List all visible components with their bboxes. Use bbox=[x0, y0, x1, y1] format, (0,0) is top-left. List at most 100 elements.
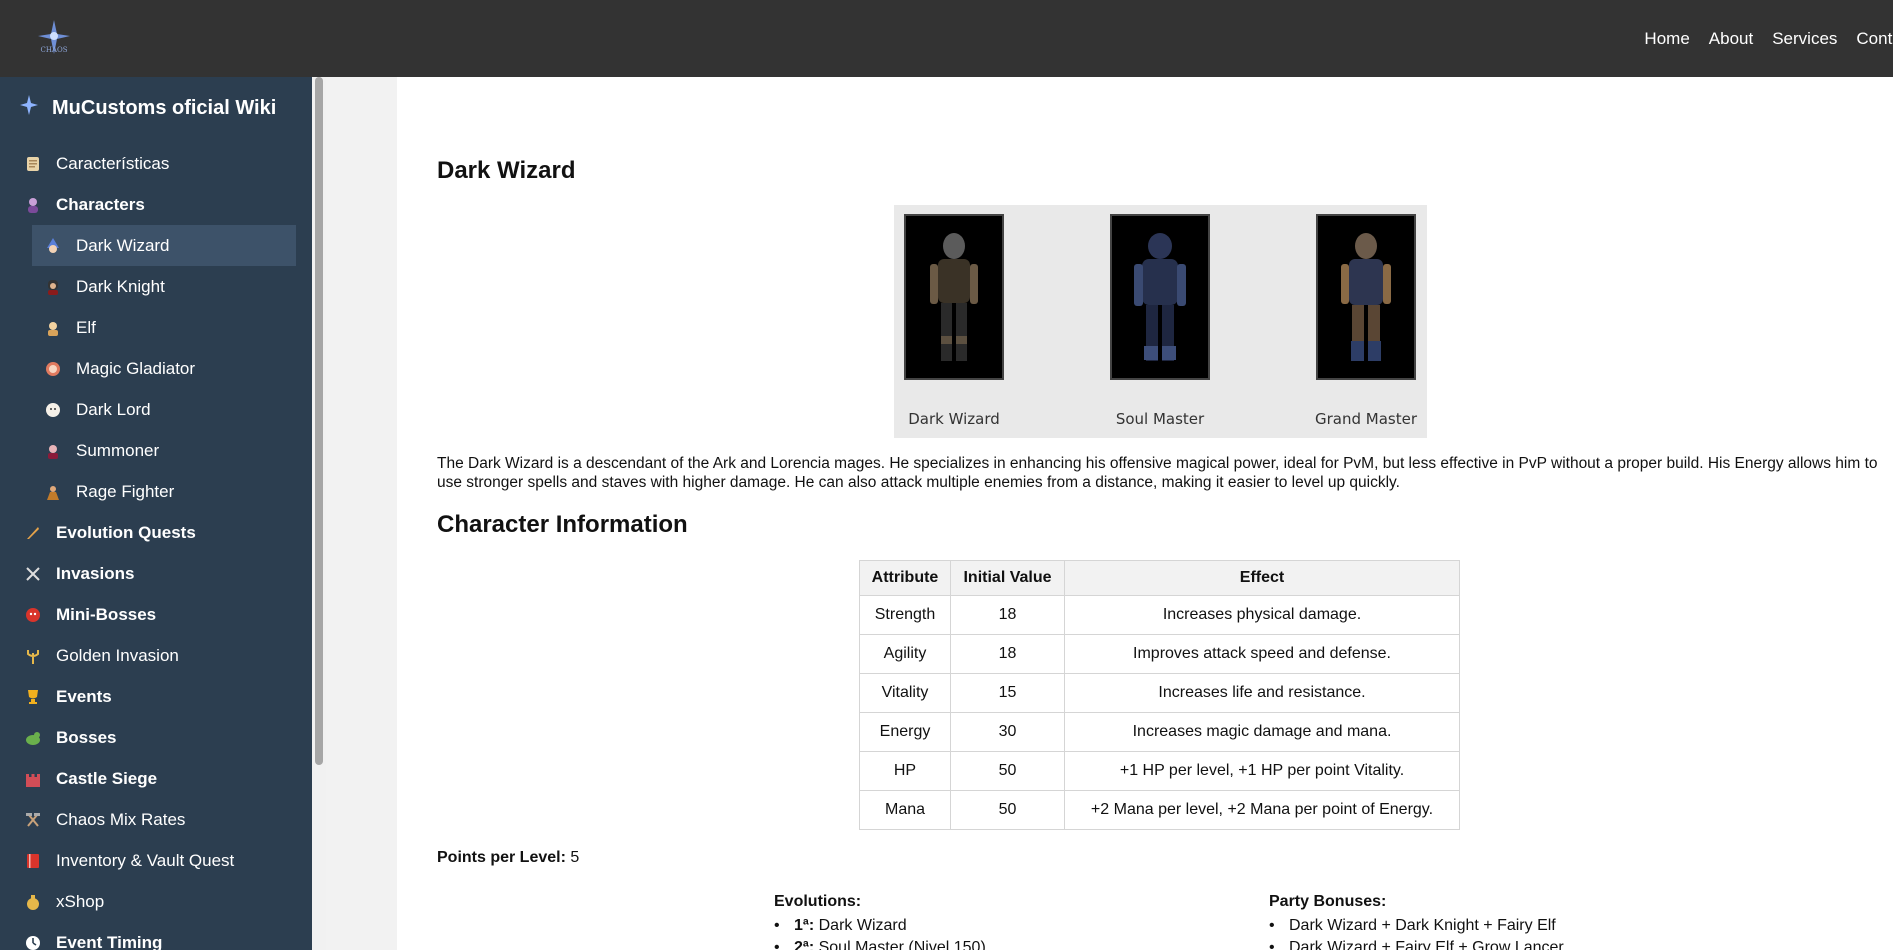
table-row: Energy 30 Increases magic damage and mana. bbox=[859, 712, 1460, 752]
nav-link-services[interactable]: Services bbox=[1772, 29, 1837, 49]
table-cell: Increases life and resistance. bbox=[1064, 673, 1460, 713]
character-icon bbox=[22, 194, 44, 216]
sidebar: MuCustoms oficial Wiki Características Ch… bbox=[0, 77, 312, 950]
sidebar-item-label: Evolution Quests bbox=[56, 522, 196, 542]
sidebar-item-label: Chaos Mix Rates bbox=[56, 809, 186, 829]
hammer-pick-icon bbox=[22, 809, 44, 831]
table-cell: Mana bbox=[859, 790, 951, 830]
party-bonuses-list: Dark Wizard + Dark Knight + Fairy ElfDar… bbox=[1269, 915, 1564, 950]
sidebar-item-label: Rage Fighter bbox=[76, 481, 175, 501]
sidebar-item-magic-gladiator[interactable]: Magic Gladiator bbox=[0, 348, 312, 389]
sidebar-scroll-thumb[interactable] bbox=[315, 77, 323, 765]
sidebar-item-label: Dark Lord bbox=[76, 399, 151, 419]
evolution-value: Soul Master (Nivel 150) bbox=[818, 939, 986, 950]
sidebar-item-label: Elf bbox=[76, 317, 96, 337]
sidebar-item-label: Dark Knight bbox=[76, 276, 165, 296]
sidebar-item-invasions[interactable]: Invasions bbox=[0, 553, 312, 594]
table-row: Mana 50 +2 Mana per level, +2 Mana per poi… bbox=[859, 790, 1460, 830]
dragon-icon bbox=[22, 727, 44, 749]
wizard-icon bbox=[42, 235, 64, 257]
gallery-caption: Dark Wizard bbox=[908, 410, 1000, 428]
main-content: Dark Wizard Dark Wizard Soul Master Gran… bbox=[397, 77, 1893, 950]
table-row: Vitality 15 Increases life and resistance. bbox=[859, 673, 1460, 713]
sidebar-item-label: Castle Siege bbox=[56, 768, 158, 788]
table-cell: +1 HP per level, +1 HP per point Vitalit… bbox=[1064, 751, 1460, 791]
table-cell: 18 bbox=[950, 595, 1065, 635]
sidebar-item-mini-bosses[interactable]: Mini-Bosses bbox=[0, 594, 312, 635]
sidebar-item-caracter-sticas[interactable]: Características bbox=[0, 143, 312, 184]
sidebar-item-evolution-quests[interactable]: Evolution Quests bbox=[0, 512, 312, 553]
sidebar-item-inventory-vault-quest[interactable]: Inventory & Vault Quest bbox=[0, 840, 312, 881]
sidebar-title-text: MuCustoms oficial Wiki bbox=[52, 96, 277, 119]
sidebar-item-label: xShop bbox=[56, 891, 105, 911]
character-gallery: Dark Wizard Soul Master Grand Master bbox=[894, 205, 1427, 438]
sidebar-item-castle-siege[interactable]: Castle Siege bbox=[0, 758, 312, 799]
site-logo[interactable]: CHAOS bbox=[32, 18, 76, 58]
summoner-icon bbox=[42, 440, 64, 462]
sidebar-item-events[interactable]: Events bbox=[0, 676, 312, 717]
sidebar-item-label: Summoner bbox=[76, 440, 160, 460]
sidebar-scrollbar[interactable] bbox=[312, 77, 326, 950]
sidebar-item-dark-wizard[interactable]: Dark Wizard bbox=[32, 225, 296, 266]
evolution-key: 1ª: bbox=[794, 917, 815, 934]
sidebar-item-elf[interactable]: Elf bbox=[0, 307, 312, 348]
sidebar-item-dark-lord[interactable]: Dark Lord bbox=[0, 389, 312, 430]
book-icon bbox=[22, 850, 44, 872]
table-header-effect: Effect bbox=[1064, 560, 1460, 596]
gallery-card: Grand Master bbox=[1315, 214, 1417, 428]
svg-text:CHAOS: CHAOS bbox=[40, 46, 67, 54]
sidebar-item-rage-fighter[interactable]: Rage Fighter bbox=[0, 471, 312, 512]
sidebar-item-dark-knight[interactable]: Dark Knight bbox=[0, 266, 312, 307]
fighter-icon bbox=[42, 481, 64, 503]
list-item: Dark Wizard + Dark Knight + Fairy Elf bbox=[1269, 915, 1564, 937]
table-row: Strength 18 Increases physical damage. bbox=[859, 595, 1460, 635]
gallery-card: Dark Wizard bbox=[904, 214, 1004, 428]
dark-wizard-portrait bbox=[904, 214, 1004, 380]
table-row: HP 50 +1 HP per level, +1 HP per point Vit… bbox=[859, 751, 1460, 791]
elf-icon bbox=[42, 317, 64, 339]
table-row: Agility 18 Improves attack speed and defen… bbox=[859, 634, 1460, 674]
sidebar-item-label: Characters bbox=[56, 194, 145, 214]
table-cell: Increases physical damage. bbox=[1064, 595, 1460, 635]
sidebar-item-label: Características bbox=[56, 153, 170, 173]
table-cell: 15 bbox=[950, 673, 1065, 713]
sidebar-item-chaos-mix-rates[interactable]: Chaos Mix Rates bbox=[0, 799, 312, 840]
table-cell: 50 bbox=[950, 751, 1065, 791]
nav-link-about[interactable]: About bbox=[1709, 29, 1753, 49]
trident-icon bbox=[22, 645, 44, 667]
attributes-table: Attribute Initial Value Effect Strength 1… bbox=[859, 560, 1460, 830]
ogre-icon bbox=[22, 604, 44, 626]
gallery-caption: Grand Master bbox=[1314, 410, 1417, 428]
sidebar-item-bosses[interactable]: Bosses bbox=[0, 717, 312, 758]
money-bag-icon bbox=[22, 891, 44, 913]
sidebar-item-golden-invasion[interactable]: Golden Invasion bbox=[0, 635, 312, 676]
table-cell: 30 bbox=[950, 712, 1065, 752]
list-item: Dark Wizard + Fairy Elf + Grow Lancer bbox=[1269, 937, 1564, 950]
nav-link-contact[interactable]: Contact bbox=[1856, 29, 1893, 49]
grand-master-portrait bbox=[1316, 214, 1416, 380]
quill-icon bbox=[22, 522, 44, 544]
party-bonuses-title: Party Bonuses: bbox=[1269, 893, 1387, 910]
sidebar-item-label: Event Timing bbox=[56, 932, 163, 950]
table-cell: Strength bbox=[859, 595, 951, 635]
scroll-icon bbox=[22, 153, 44, 175]
list-item: 2ª: Soul Master (Nivel 150) bbox=[774, 937, 986, 950]
list-item: 1ª: Dark Wizard bbox=[774, 915, 986, 937]
content-gutter bbox=[326, 77, 397, 950]
sidebar-item-label: Bosses bbox=[56, 727, 117, 747]
table-cell: Improves attack speed and defense. bbox=[1064, 634, 1460, 674]
sidebar-item-xshop[interactable]: xShop bbox=[0, 881, 312, 922]
table-cell: 18 bbox=[950, 634, 1065, 674]
points-per-level: Points per Level: 5 bbox=[437, 849, 579, 867]
sidebar-item-characters[interactable]: Characters bbox=[0, 184, 312, 225]
gallery-caption: Soul Master bbox=[1115, 410, 1205, 428]
knight-icon bbox=[42, 276, 64, 298]
party-bonuses-section: Party Bonuses: Dark Wizard + Dark Knight… bbox=[1269, 893, 1564, 950]
sidebar-item-summoner[interactable]: Summoner bbox=[0, 430, 312, 471]
sidebar-item-event-timing[interactable]: Event Timing bbox=[0, 922, 312, 950]
sidebar-item-label: Dark Wizard bbox=[76, 235, 170, 255]
sidebar-title[interactable]: MuCustoms oficial Wiki bbox=[20, 95, 276, 121]
points-label: Points per Level: bbox=[437, 849, 566, 866]
top-nav: Home About Services Contact bbox=[1644, 0, 1893, 77]
nav-link-home[interactable]: Home bbox=[1644, 29, 1689, 49]
